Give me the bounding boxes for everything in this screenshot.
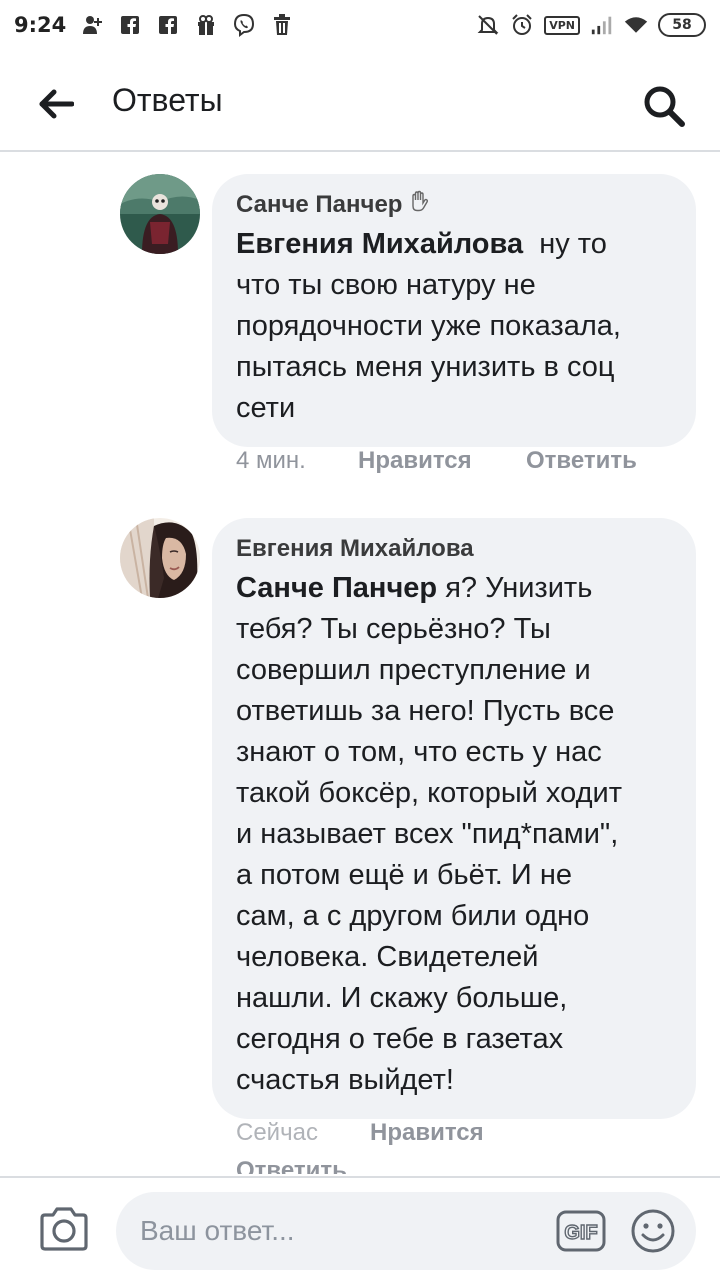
status-time: 9:24	[14, 13, 67, 37]
emoji-button[interactable]	[630, 1208, 676, 1254]
comment-line: а потом ещё и бьёт. И не	[236, 859, 572, 891]
comment-timestamp: 4 мин.	[236, 447, 306, 474]
comment-line: знают о том, что есть у нас	[236, 736, 602, 768]
author-name[interactable]: Санче Панчер	[236, 190, 402, 220]
comment-line: ну то	[539, 228, 607, 260]
comment-bubble: Евгения Михайлова Санче Панчер я? Унизит…	[212, 518, 696, 1119]
comment-line: я? Унизить	[445, 572, 593, 604]
status-left: 9:24	[14, 13, 294, 37]
facebook-icon	[156, 13, 180, 37]
gif-button[interactable]: GIF	[556, 1210, 606, 1252]
vpn-icon: VPN	[544, 15, 580, 35]
status-bar: 9:24 VPN 58	[0, 0, 720, 50]
gif-label: GIF	[564, 1222, 597, 1244]
alarm-icon	[510, 13, 534, 37]
trash-icon	[270, 13, 294, 37]
camera-button[interactable]	[38, 1206, 90, 1252]
muted-icon	[476, 13, 500, 37]
reply-composer: GIF	[0, 1176, 720, 1280]
avatar[interactable]	[120, 174, 200, 254]
mention-link[interactable]: Санче Панчер	[236, 572, 437, 604]
wifi-icon	[624, 13, 648, 37]
reply-input[interactable]	[116, 1192, 696, 1270]
mention-link[interactable]: Евгения Михайлова	[236, 228, 523, 260]
comment-text: Евгения Михайлова ну то что ты свою нату…	[236, 224, 672, 429]
status-right: VPN 58	[476, 13, 706, 37]
avatar[interactable]	[120, 518, 200, 598]
smiley-icon	[631, 1209, 675, 1253]
viber-icon	[232, 13, 256, 37]
add-user-notification-icon	[80, 13, 104, 37]
back-button[interactable]	[36, 86, 76, 122]
signal-icon	[590, 13, 614, 37]
like-button[interactable]: Нравится	[358, 446, 526, 476]
comment-line: совершил преступление и	[236, 654, 591, 686]
comment-line: сам, а с другом били одно	[236, 900, 590, 932]
author-name[interactable]: Евгения Михайлова	[236, 534, 474, 564]
comment-line: сегодня о тебе в газетах	[236, 1023, 564, 1055]
gift-icon	[194, 13, 218, 37]
app-header: Ответы	[0, 56, 720, 152]
comment-line: нашли. И скажу больше,	[236, 982, 568, 1014]
comment-line: человека. Свидетелей	[236, 941, 539, 973]
gif-icon: GIF	[556, 1210, 606, 1252]
comment-timestamp: Сейчас	[236, 1119, 318, 1146]
camera-icon	[40, 1207, 88, 1251]
comment-line: ответишь за него! Пусть все	[236, 695, 615, 727]
comment-text: Санче Панчер я? Унизить тебя? Ты серьёзн…	[236, 568, 672, 1101]
comment-line: что ты свою натуру не	[236, 269, 536, 301]
waving-hand-icon	[408, 190, 430, 220]
battery-icon: 58	[658, 13, 706, 37]
comment-line: тебя? Ты серьёзно? Ты	[236, 613, 551, 645]
comment-author: Санче Панчер	[236, 190, 672, 220]
comment-line: счастья выйдет!	[236, 1064, 454, 1096]
page-title: Ответы	[112, 82, 223, 118]
search-button[interactable]	[640, 82, 688, 130]
comment-line: пытаясь меня унизить в соц	[236, 351, 615, 383]
facebook-icon	[118, 13, 142, 37]
search-icon	[644, 86, 685, 127]
comment-bubble: Санче Панчер Евгения Михайлова ну то что…	[212, 174, 696, 447]
comment-line: такой боксёр, который ходит	[236, 777, 622, 809]
comment-line: и называет всех "пид*пами",	[236, 818, 619, 850]
reply-button[interactable]: Ответить	[236, 1156, 347, 1174]
comment-line: порядочности уже показала,	[236, 310, 621, 342]
comment-1: Санче Панчер Евгения Михайлова ну то что…	[0, 174, 720, 484]
arrow-left-icon	[39, 89, 74, 119]
comment-2: Евгения Михайлова Санче Панчер я? Унизит…	[0, 518, 720, 1174]
reply-button[interactable]: Ответить	[526, 446, 637, 476]
comment-actions: 4 мин. Нравится Ответить	[236, 446, 637, 476]
like-button[interactable]: Нравится	[370, 1118, 484, 1148]
comment-author: Евгения Михайлова	[236, 534, 672, 564]
comment-actions: Сейчас Нравится Ответить	[236, 1118, 556, 1174]
comment-line: сети	[236, 392, 296, 424]
